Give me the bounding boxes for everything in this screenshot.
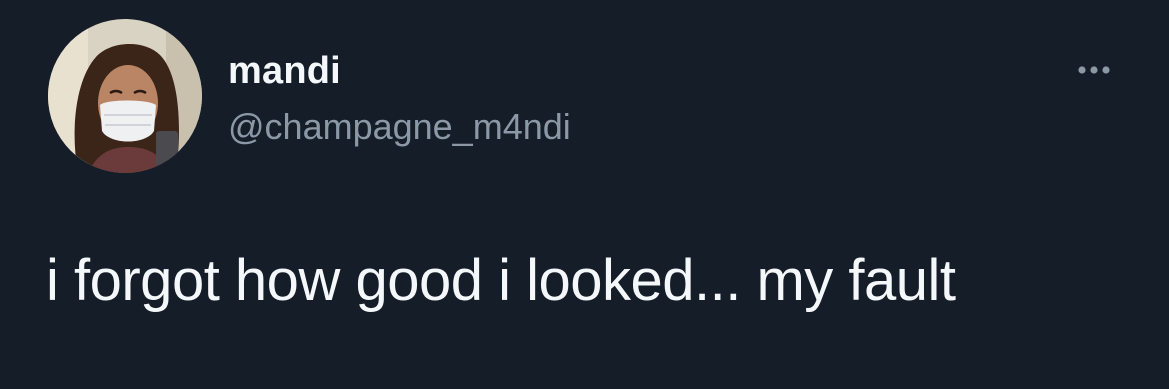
tweet-text: i forgot how good i looked... my fault	[46, 248, 956, 313]
display-name[interactable]: mandi	[228, 48, 341, 94]
tweet-card: mandi @champagne_m4ndi i forgot how good…	[0, 0, 1169, 389]
avatar-image	[48, 19, 202, 173]
user-handle[interactable]: @champagne_m4ndi	[228, 105, 571, 149]
more-options-icon[interactable]	[1066, 52, 1122, 88]
avatar[interactable]	[48, 19, 202, 173]
